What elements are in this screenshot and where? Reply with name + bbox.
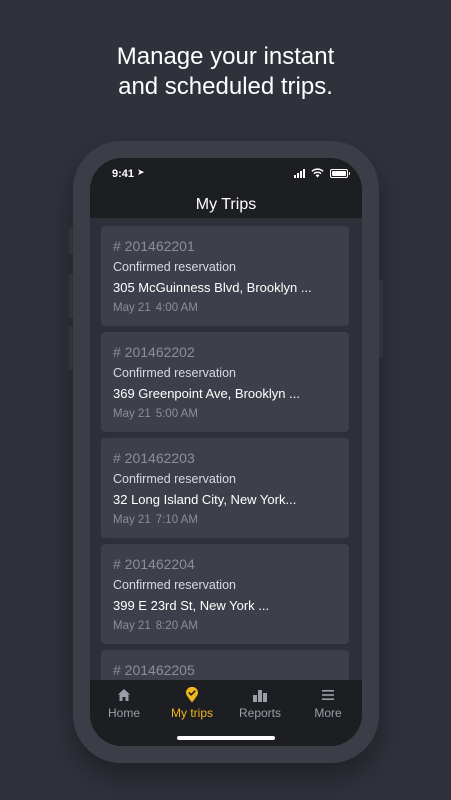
trip-card[interactable]: # 201462202 Confirmed reservation 369 Gr… bbox=[101, 332, 349, 432]
trip-status: Confirmed reservation bbox=[113, 578, 236, 592]
tab-more[interactable]: More bbox=[294, 687, 362, 720]
trip-id: # 201462201 bbox=[113, 238, 195, 254]
trip-date: May 21 bbox=[113, 514, 151, 526]
trip-id: # 201462203 bbox=[113, 450, 195, 466]
trip-id: # 201462202 bbox=[113, 344, 195, 360]
marketing-headline: Manage your instant and scheduled trips. bbox=[0, 42, 451, 102]
status-icons bbox=[294, 168, 350, 178]
tab-my-trips[interactable]: My trips bbox=[158, 687, 226, 720]
trip-time: 5:00 AM bbox=[155, 408, 198, 420]
home-icon bbox=[118, 689, 130, 701]
trip-card[interactable]: # 201462205 bbox=[101, 650, 349, 680]
wifi-icon bbox=[311, 168, 324, 178]
battery-icon bbox=[330, 168, 350, 178]
trip-status: Confirmed reservation bbox=[113, 472, 236, 486]
tab-my-trips-label: My trips bbox=[171, 706, 213, 720]
trip-date: May 21 bbox=[113, 408, 151, 420]
trip-datetime: May 21 8:20 AM bbox=[113, 620, 198, 632]
page-title: My Trips bbox=[195, 196, 257, 213]
tab-more-label: More bbox=[314, 706, 342, 720]
trip-status: Confirmed reservation bbox=[113, 366, 236, 380]
signal-icon bbox=[294, 168, 305, 178]
trip-address: 32 Long Island City, New York... bbox=[113, 492, 297, 507]
trip-status: Confirmed reservation bbox=[113, 260, 236, 274]
menu-icon bbox=[322, 690, 334, 700]
location-pin-check-icon bbox=[186, 687, 198, 703]
trip-id: # 201462205 bbox=[113, 662, 195, 678]
trip-address: 399 E 23rd St, New York ... bbox=[113, 598, 270, 613]
trip-datetime: May 21 5:00 AM bbox=[113, 408, 198, 420]
tab-reports[interactable]: Reports bbox=[226, 687, 294, 720]
trip-date: May 21 bbox=[113, 302, 151, 314]
phone-power-button bbox=[379, 280, 383, 358]
bar-chart-icon bbox=[253, 690, 267, 702]
app-screen: 9:41 ➤ My Trips # 201462201 Confirmed re… bbox=[90, 158, 362, 746]
trip-address: 305 McGuinness Blvd, Brooklyn ... bbox=[113, 280, 312, 295]
trip-card[interactable]: # 201462201 Confirmed reservation 305 Mc… bbox=[101, 226, 349, 326]
trip-card[interactable]: # 201462204 Confirmed reservation 399 E … bbox=[101, 544, 349, 644]
location-arrow-icon: ➤ bbox=[137, 167, 145, 177]
trip-datetime: May 21 7:10 AM bbox=[113, 514, 198, 526]
trip-time: 4:00 AM bbox=[155, 302, 198, 314]
tab-reports-label: Reports bbox=[238, 706, 282, 720]
trip-datetime: May 21 4:00 AM bbox=[113, 302, 198, 314]
tab-home[interactable]: Home bbox=[90, 687, 158, 720]
headline-line-2: and scheduled trips. bbox=[118, 73, 333, 100]
trip-id: # 201462204 bbox=[113, 556, 195, 572]
trip-time: 8:20 AM bbox=[155, 620, 198, 632]
trip-time: 7:10 AM bbox=[155, 514, 198, 526]
tab-home-label: Home bbox=[107, 706, 140, 720]
headline-line-1: Manage your instant bbox=[116, 43, 335, 70]
status-bar: 9:41 ➤ bbox=[90, 158, 362, 190]
trip-address: 369 Greenpoint Ave, Brooklyn ... bbox=[113, 386, 300, 401]
status-time: 9:41 bbox=[112, 168, 135, 180]
trip-date: May 21 bbox=[113, 620, 151, 632]
home-indicator[interactable] bbox=[177, 736, 275, 740]
trip-card[interactable]: # 201462203 Confirmed reservation 32 Lon… bbox=[101, 438, 349, 538]
trips-list[interactable]: # 201462201 Confirmed reservation 305 Mc… bbox=[90, 218, 362, 680]
